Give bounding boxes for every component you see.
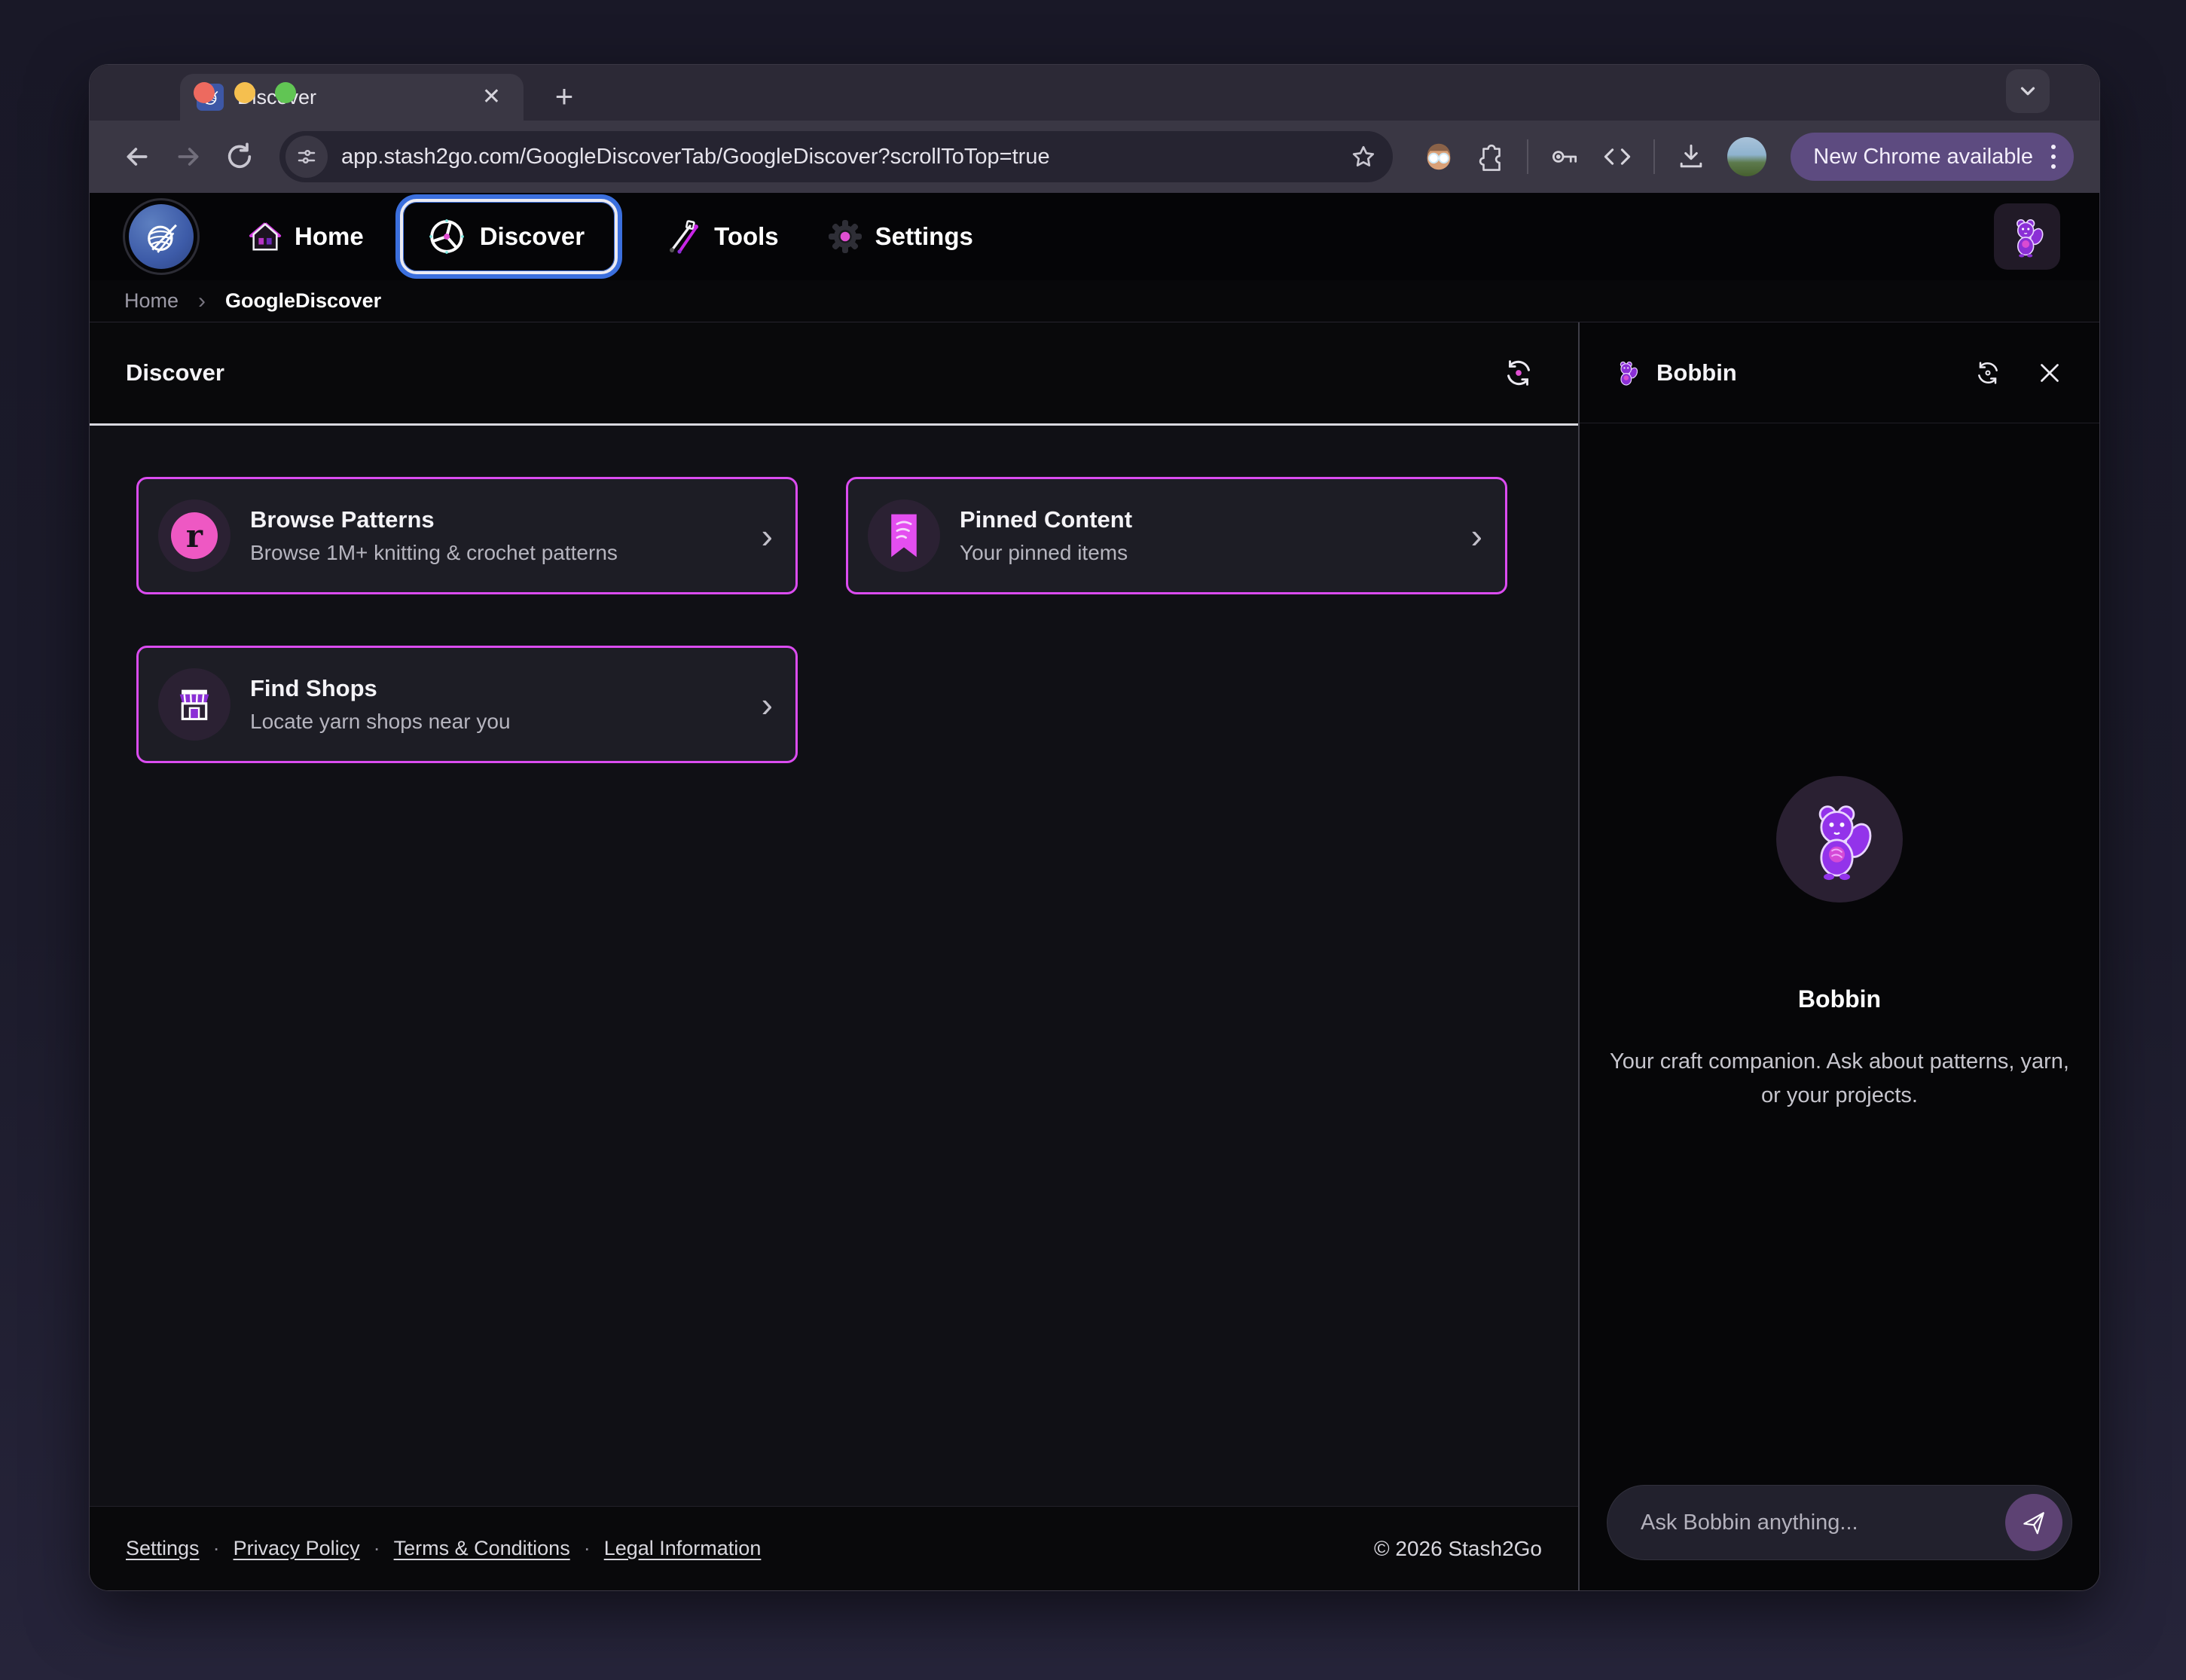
send-button[interactable] — [2005, 1494, 2062, 1551]
browser-menu-kebab-icon[interactable] — [2047, 145, 2060, 169]
footer-link-settings[interactable]: Settings — [126, 1537, 200, 1560]
bobbin-mascot-circle — [1776, 776, 1903, 903]
page-title: Discover — [126, 359, 224, 386]
nav-item-discover[interactable]: Discover — [400, 199, 618, 274]
chrome-update-button[interactable]: New Chrome available — [1791, 133, 2074, 181]
tools-needles-icon — [666, 218, 702, 255]
ask-bobbin-input[interactable] — [1641, 1510, 1993, 1535]
nav-item-tools[interactable]: Tools — [666, 218, 779, 255]
new-tab-button[interactable]: + — [545, 77, 584, 116]
bobbin-sidebar: Bobbin Bobbin Your craft companion. Ask … — [1580, 322, 2099, 1590]
home-icon — [248, 219, 282, 254]
reload-button[interactable] — [218, 135, 261, 179]
bobbin-squirrel-icon — [2005, 215, 2049, 258]
tab-strip: Discover ✕ + — [90, 65, 2099, 121]
bobbin-avatar-button[interactable] — [1994, 203, 2060, 270]
footer-link-legal[interactable]: Legal Information — [604, 1537, 762, 1560]
chevron-right-icon: › — [762, 684, 773, 725]
sidebar-refresh-button[interactable] — [1973, 358, 2003, 388]
refresh-button[interactable] — [1501, 356, 1536, 390]
app-logo[interactable] — [123, 198, 200, 275]
bobbin-empty-state: Bobbin Your craft companion. Ask about p… — [1580, 423, 2099, 1465]
discover-compass-icon — [426, 215, 468, 258]
breadcrumb-separator-icon: › — [198, 289, 206, 314]
zoom-window-button[interactable] — [275, 82, 296, 103]
back-button[interactable] — [115, 135, 159, 179]
nav-label-home: Home — [295, 222, 364, 251]
discover-panel: Discover r Browse Patterns Browse 1M+ kn… — [90, 322, 1578, 1590]
app-navbar: Home Discover Tools Settings — [90, 193, 2099, 280]
extensions-puzzle-icon[interactable] — [1476, 141, 1507, 173]
card-title: Pinned Content — [960, 506, 1452, 533]
passwords-key-icon[interactable] — [1548, 140, 1581, 173]
card-subtitle: Locate yarn shops near you — [250, 710, 742, 734]
copyright-text: © 2026 Stash2Go — [1374, 1537, 1542, 1561]
card-subtitle: Your pinned items — [960, 541, 1452, 565]
card-subtitle: Browse 1M+ knitting & crochet patterns — [250, 541, 742, 565]
bobbin-input-area — [1580, 1465, 2099, 1590]
discover-cards: r Browse Patterns Browse 1M+ knitting & … — [90, 426, 1578, 1506]
breadcrumb: Home › GoogleDiscover — [90, 280, 2099, 322]
card-pinned-content[interactable]: Pinned Content Your pinned items › — [846, 477, 1507, 594]
bobbin-description: Your craft companion. Ask about patterns… — [1610, 1045, 2069, 1113]
bookmark-star-icon[interactable] — [1342, 135, 1385, 179]
tab-search-chevron-button[interactable] — [2006, 69, 2050, 113]
nav-item-home[interactable]: Home — [248, 219, 364, 254]
nav-label-tools: Tools — [714, 222, 779, 251]
nav-label-discover: Discover — [480, 222, 585, 251]
chrome-update-label: New Chrome available — [1813, 145, 2033, 170]
yarn-logo-icon — [129, 204, 194, 269]
traffic-lights — [194, 65, 296, 121]
card-find-shops[interactable]: Find Shops Locate yarn shops near you › — [136, 646, 798, 763]
ravelry-icon: r — [158, 499, 231, 572]
card-title: Find Shops — [250, 675, 742, 702]
toolbar-divider — [1527, 139, 1528, 174]
storefront-icon — [158, 668, 231, 741]
bookmark-icon — [868, 499, 940, 572]
sidebar-title: Bobbin — [1656, 359, 1958, 386]
nav-label-settings: Settings — [875, 222, 973, 251]
site-info-icon[interactable] — [285, 136, 328, 178]
chevron-right-icon: › — [762, 515, 773, 556]
card-title: Browse Patterns — [250, 506, 742, 533]
bobbin-header-squirrel-icon — [1613, 359, 1641, 387]
forward-button[interactable] — [166, 135, 210, 179]
minimize-window-button[interactable] — [234, 82, 255, 103]
footer-link-terms[interactable]: Terms & Conditions — [394, 1537, 570, 1560]
settings-gear-icon — [827, 218, 863, 255]
tab-close-icon[interactable]: ✕ — [476, 83, 507, 111]
bobbin-mascot-icon — [1797, 797, 1882, 881]
footer-link-privacy-policy[interactable]: Privacy Policy — [234, 1537, 360, 1560]
downloads-icon[interactable] — [1675, 140, 1708, 173]
send-paper-plane-icon — [2020, 1508, 2048, 1537]
url-text[interactable]: app.stash2go.com/GoogleDiscoverTab/Googl… — [341, 145, 1328, 170]
browser-toolbar: app.stash2go.com/GoogleDiscoverTab/Googl… — [90, 121, 2099, 193]
toolbar-extension-icons — [1421, 137, 1766, 176]
chevron-right-icon: › — [1471, 515, 1482, 556]
browser-window: Discover ✕ + app.stash2go.com/GoogleDisc… — [89, 64, 2100, 1591]
toolbar-divider — [1653, 139, 1655, 174]
breadcrumb-home-link[interactable]: Home — [124, 289, 179, 313]
profile-avatar[interactable] — [1727, 137, 1766, 176]
app-footer: Settings · Privacy Policy · Terms & Cond… — [90, 1506, 1578, 1590]
extension-face-icon[interactable] — [1421, 139, 1456, 174]
bobbin-name: Bobbin — [1798, 985, 1881, 1013]
nav-item-settings[interactable]: Settings — [827, 218, 973, 255]
sidebar-close-button[interactable] — [2036, 359, 2063, 386]
address-bar[interactable]: app.stash2go.com/GoogleDiscoverTab/Googl… — [279, 131, 1393, 182]
close-window-button[interactable] — [194, 82, 215, 103]
card-browse-patterns[interactable]: r Browse Patterns Browse 1M+ knitting & … — [136, 477, 798, 594]
breadcrumb-current: GoogleDiscover — [225, 289, 381, 313]
devtools-code-icon[interactable] — [1601, 140, 1634, 173]
